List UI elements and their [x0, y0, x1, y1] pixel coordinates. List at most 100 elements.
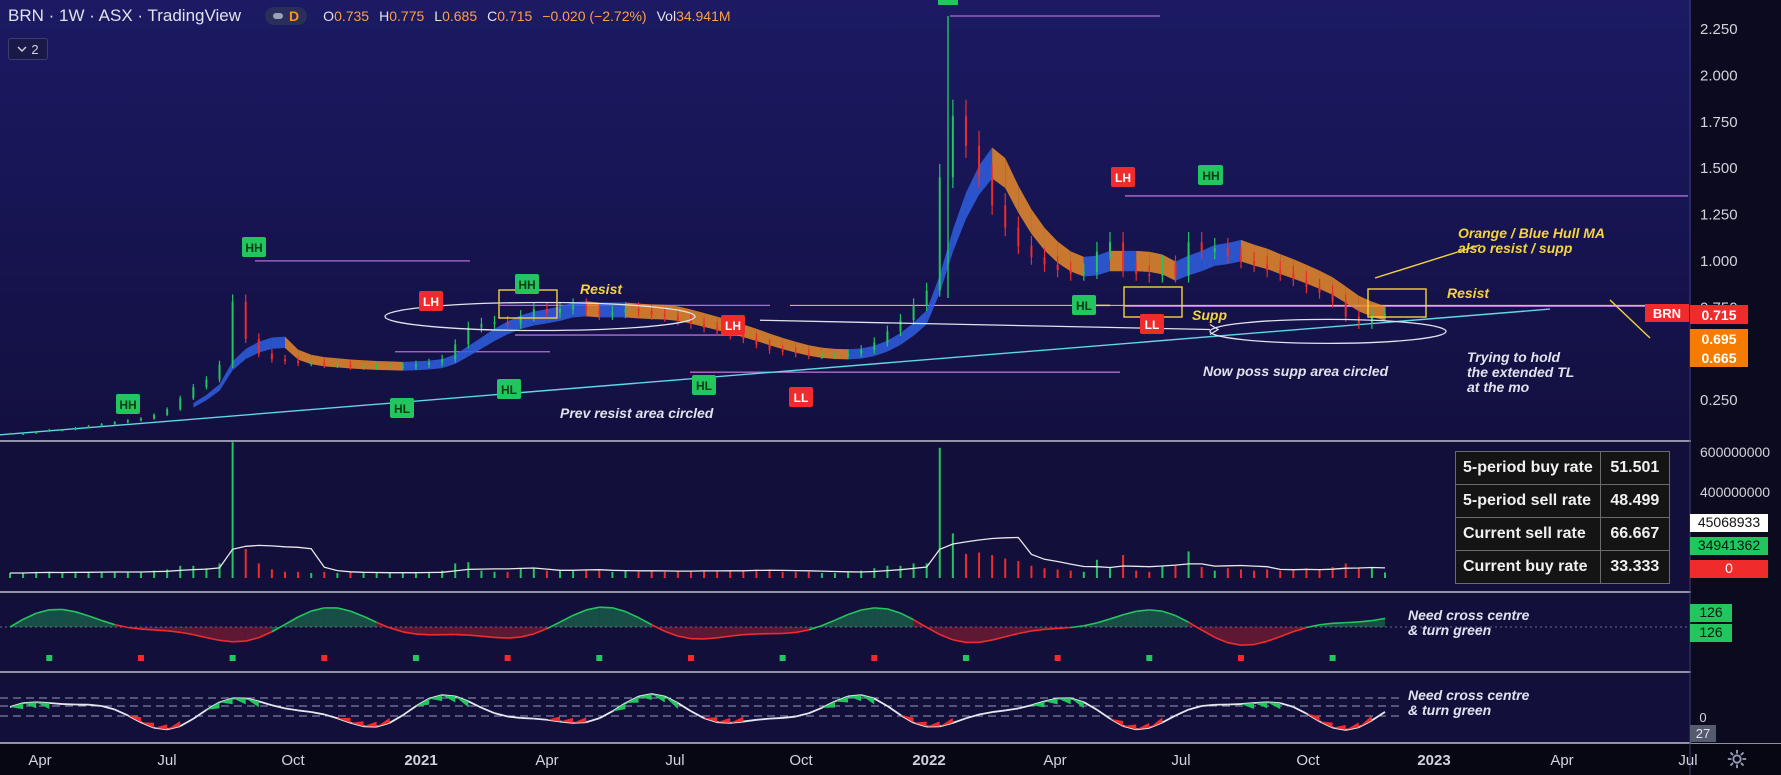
volume-bar [1344, 563, 1347, 578]
symbol-tag: BRN [1653, 306, 1681, 321]
candle-body [742, 335, 745, 339]
volume-bar [113, 571, 116, 578]
symbol-title[interactable]: BRN · 1W · ASX · TradingView [8, 6, 241, 26]
candle-body [1305, 279, 1308, 287]
hull-ma-orange-segment [1031, 209, 1045, 251]
candle-body [1030, 246, 1033, 258]
y-tick-label: 2.000 [1700, 67, 1738, 84]
volume-bar [126, 571, 129, 578]
volume-bar [1004, 558, 1007, 578]
hull-ma-orange-segment [298, 349, 312, 365]
pivot-marker-label: HH [245, 241, 262, 255]
volume-bar [284, 571, 286, 578]
volume-bar [1095, 559, 1098, 578]
pivot-marker: HL [692, 375, 716, 395]
volume-bar [1109, 567, 1111, 578]
candle-body [768, 344, 771, 350]
volume-bar [873, 568, 876, 578]
candle-body [899, 320, 902, 332]
indicators-collapse-button[interactable]: 2 [8, 38, 48, 60]
hull-ma-blue-segment [939, 229, 953, 294]
ohlc-item-label: C [487, 8, 498, 24]
candle-body [297, 361, 300, 363]
candle-body [179, 398, 182, 410]
y-tick-label: 600000000 [1700, 444, 1770, 460]
ohlc-item: L0.685 [434, 8, 477, 24]
rate-value: 48.499 [1599, 484, 1670, 518]
hull-ma-blue-segment [468, 337, 482, 357]
volume-bar [61, 573, 64, 578]
hull-ma-orange-segment [311, 354, 325, 367]
oscillator-line [415, 633, 430, 636]
oscillator-line [743, 633, 757, 636]
annotation-line: Resist [1447, 285, 1490, 301]
ohlc-item: Vol34.941M [657, 8, 731, 24]
candle-body [139, 418, 142, 421]
hull-ma-orange-segment [1149, 251, 1163, 275]
candle-body [192, 387, 195, 399]
ohlc-item-label: H [379, 8, 390, 24]
hull-ma-orange-segment [1136, 250, 1150, 272]
volume-bar [1082, 571, 1085, 578]
candle-body [493, 322, 496, 324]
market-status-pill[interactable]: D [265, 7, 308, 25]
oscillator-value-label: 0 [1699, 710, 1706, 725]
hull-ma-blue-segment [1188, 250, 1202, 276]
volume-bar [519, 568, 522, 578]
volume-bar [716, 570, 719, 578]
hull-ma-orange-segment [1044, 227, 1058, 263]
volume-bar [1069, 570, 1072, 578]
candle-body [153, 414, 156, 419]
pivot-marker-label: LL [1145, 318, 1160, 332]
candle-body [1187, 242, 1190, 276]
volume-value-label: 45068933 [1698, 514, 1761, 530]
candle-body [978, 145, 981, 178]
chart-annotation: Supp [1192, 307, 1227, 323]
pivot-marker: HL [1072, 295, 1096, 315]
candle-body [637, 309, 640, 311]
candle-body [794, 351, 797, 354]
x-tick-label: Jul [1678, 752, 1697, 769]
x-tick-label: 2021 [404, 752, 437, 769]
hull-ma-orange-segment [704, 313, 718, 331]
y-tick-label: 1.000 [1700, 253, 1738, 270]
volume-bar [480, 570, 483, 578]
time-axis-bg [0, 743, 1781, 775]
volume-bar [1213, 570, 1216, 578]
volume-bar [139, 571, 142, 578]
candle-body [1004, 205, 1007, 228]
hull-ma-blue-segment [1214, 243, 1228, 266]
chart-stage[interactable]: 2.2502.0001.7501.5001.2501.0000.7500.250… [0, 0, 1781, 775]
pivot-marker: HL [390, 398, 414, 418]
candle-body [244, 301, 247, 339]
gear-icon[interactable] [1726, 748, 1748, 770]
candle-body [820, 355, 823, 357]
candle-body [834, 355, 836, 357]
x-tick-label: Jul [1171, 752, 1190, 769]
volume-bar [663, 571, 666, 578]
rate-value: 51.501 [1599, 451, 1670, 485]
candle-body [1370, 314, 1373, 324]
ohlc-item-label: Vol [656, 8, 677, 24]
x-tick-label: Oct [789, 752, 813, 769]
volume-bar [742, 570, 745, 578]
volume-bar [375, 573, 378, 578]
oscillator-line [1044, 627, 1058, 631]
volume-bar [1253, 570, 1256, 578]
ohlc-item: H0.775 [379, 8, 424, 24]
annotation-line: also resist / supp [1458, 240, 1573, 256]
pivot-marker: LL [789, 387, 813, 407]
trading-chart[interactable]: 2.2502.0001.7501.5001.2501.0000.7500.250… [0, 0, 1781, 775]
volume-bar [585, 569, 588, 578]
candle-body [572, 305, 575, 310]
oscillator-area [769, 627, 783, 634]
volume-bar [1226, 568, 1229, 578]
ohlc-item-value: 34.941M [676, 8, 731, 24]
hull-ma-blue-segment [861, 345, 875, 359]
oscillator-area [861, 607, 875, 627]
hull-ma-orange-segment [808, 345, 822, 358]
rate-label: Current buy rate [1455, 550, 1601, 584]
chevron-down-icon [17, 46, 27, 52]
candle-body [35, 431, 38, 434]
volume-bar [1292, 569, 1295, 578]
